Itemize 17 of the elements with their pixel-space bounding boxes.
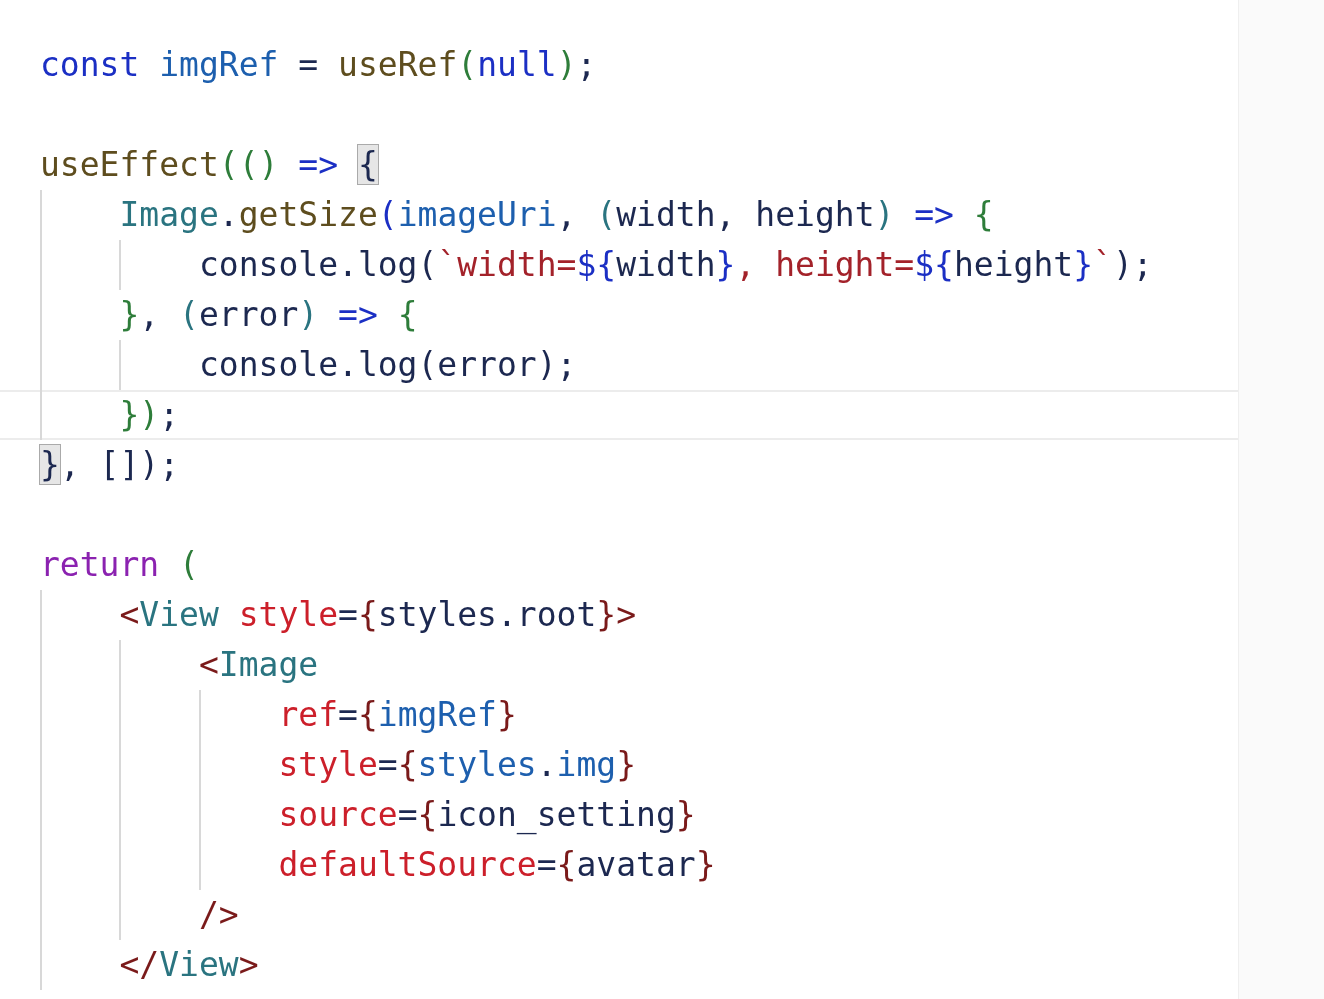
code-line: <View style={styles.root}>: [119, 595, 637, 635]
code-line: return (: [40, 545, 199, 585]
code-line: ref={imgRef}: [278, 695, 517, 735]
code-line: </View>: [119, 945, 259, 985]
code-line: <Image: [198, 645, 319, 685]
code-line: console.log(`width=${width}, height=${height}`);: [198, 245, 1153, 285]
code-line: const imgRef = useRef(null);: [40, 45, 597, 85]
code-line: console.log(error);: [198, 345, 577, 385]
code-line: source={icon_setting}: [278, 795, 696, 835]
code-line: });: [119, 395, 180, 435]
code-line: style={styles.img}: [278, 745, 637, 785]
code-line: Image.getSize(imageUri, (width, height) => {: [119, 195, 994, 235]
code-line: defaultSource={avatar}: [278, 845, 716, 885]
code-line: useEffect(() => {: [40, 145, 378, 185]
code-line: />: [198, 895, 239, 935]
code-line: }, []);: [40, 445, 180, 485]
code-line: }, (error) => {: [119, 295, 418, 335]
